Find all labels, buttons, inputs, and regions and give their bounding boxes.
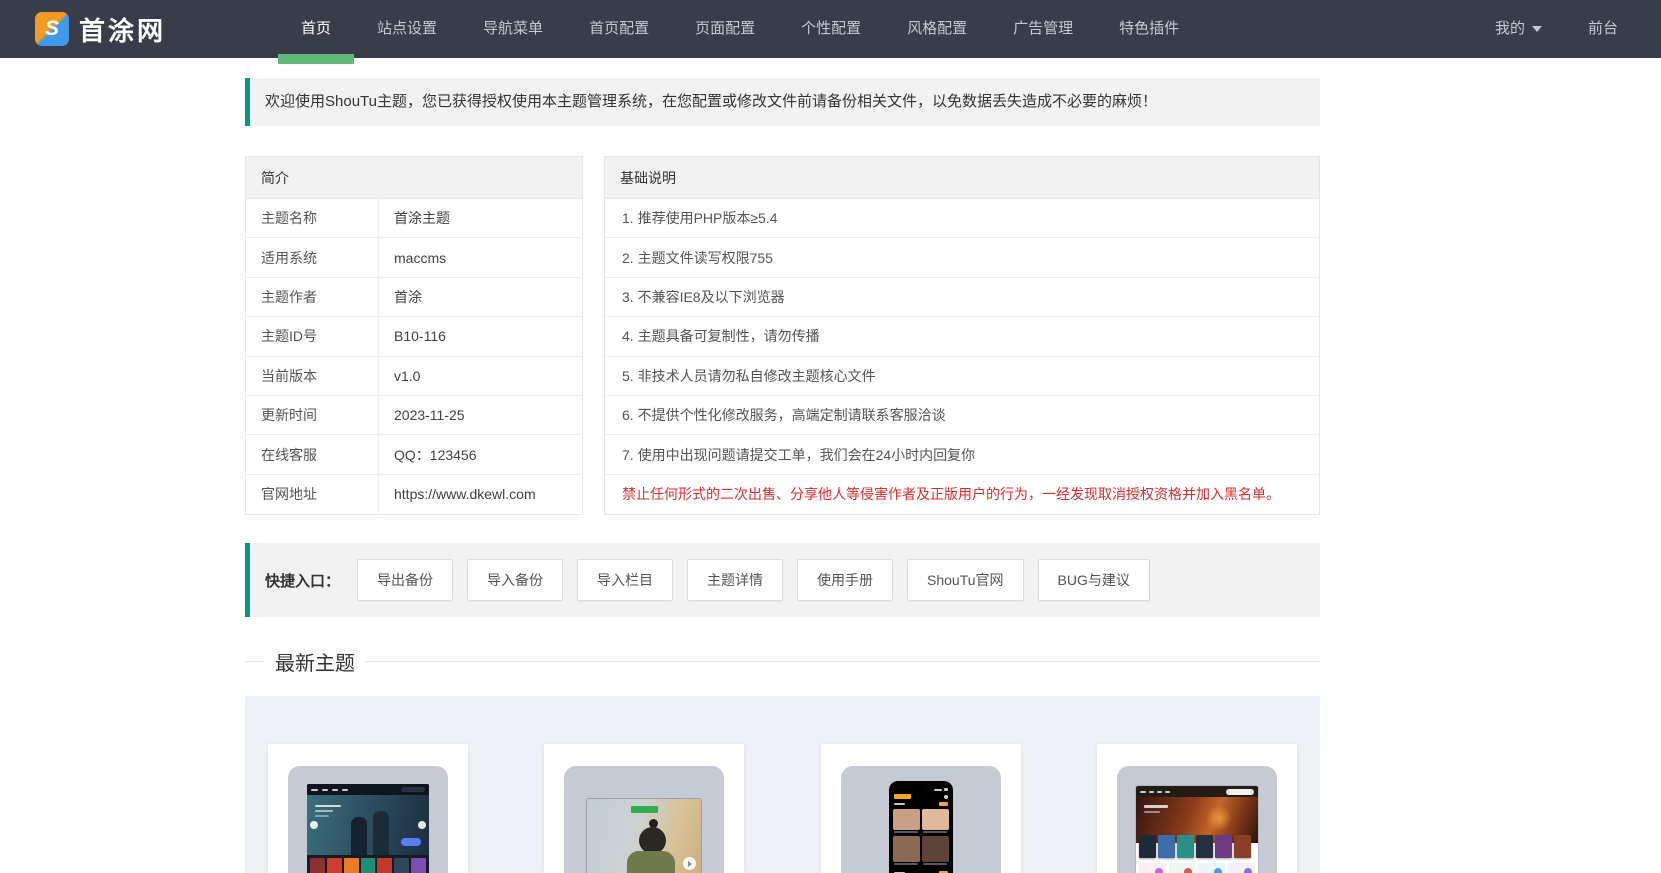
intro-table: 简介 主题名称 首涂主题 适用系统 maccms 主题作者 首涂 主题ID号 B… — [245, 156, 583, 516]
theme-preview-image-mobile — [888, 781, 953, 873]
table-row: 更新时间 2023-11-25 — [246, 395, 582, 436]
table-row: 在线客服 QQ：123456 — [246, 435, 582, 475]
theme-card-2[interactable] — [544, 744, 745, 873]
table-row: 主题作者 首涂 — [246, 277, 582, 318]
nav-item-home[interactable]: 首页 — [278, 0, 355, 64]
quick-entry-label: 快捷入口： — [265, 572, 341, 590]
shoutu-official-button[interactable]: ShouTu官网 — [907, 559, 1024, 602]
nav-item-personal-config[interactable]: 个性配置 — [778, 0, 884, 58]
shoutu-logo-icon: S — [35, 12, 69, 46]
note-item: 4. 主题具备可复制性，请勿传播 — [605, 317, 1319, 357]
note-item: 5. 非技术人员请勿私自修改主题核心文件 — [605, 357, 1319, 396]
nav-item-my[interactable]: 我的 — [1472, 0, 1565, 58]
quick-entry-bar: 快捷入口： 导出备份 导入备份 导入栏目 主题详情 使用手册 ShouTu官网 … — [245, 543, 1320, 618]
note-item: 2. 主题文件读写权限755 — [605, 238, 1319, 278]
row-label: 当前版本 — [246, 356, 379, 395]
note-item: 1. 推荐使用PHP版本≥5.4 — [605, 199, 1319, 239]
theme-preview-image-desktop-dark — [307, 784, 429, 873]
row-label: 主题ID号 — [246, 317, 379, 356]
mock-poster-strip — [307, 855, 429, 873]
row-value: B10-116 — [394, 328, 446, 345]
nav-item-home-config[interactable]: 首页配置 — [566, 0, 672, 58]
device-frame — [1116, 766, 1277, 873]
admin-page: S 首涂网 首页 站点设置 导航菜单 首页配置 页面配置 个性配置 风格配置 广… — [0, 0, 1661, 873]
chevron-down-icon — [1531, 26, 1542, 33]
theme-preview-image-desktop-light — [1135, 786, 1258, 873]
nav-item-frontend[interactable]: 前台 — [1565, 0, 1641, 58]
notes-table-title: 基础说明 — [605, 157, 1319, 199]
nav-item-ad-manage[interactable]: 广告管理 — [990, 0, 1096, 58]
mock-navbar — [1135, 786, 1258, 798]
table-row: 适用系统 maccms — [246, 238, 582, 278]
mock-category-cards — [1136, 858, 1258, 873]
mock-video-area — [587, 799, 702, 873]
device-frame — [288, 766, 448, 873]
mock-section-row — [893, 802, 948, 807]
row-label: 官网地址 — [246, 474, 379, 515]
note-item: 3. 不兼容IE8及以下浏览器 — [605, 278, 1319, 318]
latest-themes-section — [245, 696, 1320, 873]
mock-status-bar — [894, 788, 948, 792]
mock-navbar — [307, 784, 429, 796]
info-tables: 简介 主题名称 首涂主题 适用系统 maccms 主题作者 首涂 主题ID号 B… — [245, 156, 1320, 516]
welcome-alert: 欢迎使用ShouTu主题，您已获得授权使用本主题管理系统，在您配置或修改文件前请… — [245, 78, 1320, 126]
my-label: 我的 — [1494, 20, 1525, 37]
main-nav: 首页 站点设置 导航菜单 首页配置 页面配置 个性配置 风格配置 广告管理 特色… — [278, 0, 1202, 64]
intro-table-title: 简介 — [246, 157, 582, 199]
row-label: 主题作者 — [246, 277, 379, 317]
nav-item-style-config[interactable]: 风格配置 — [884, 0, 990, 58]
mock-banner — [307, 795, 429, 856]
note-item: 7. 使用中出现问题请提交工单，我们会在24小时内回复你 — [605, 435, 1319, 475]
nav-right: 我的 前台 — [1472, 0, 1661, 58]
brand-name: 首涂网 — [79, 15, 167, 46]
theme-preview-image-video-player — [587, 799, 702, 873]
import-backup-button[interactable]: 导入备份 — [467, 559, 564, 602]
manual-button[interactable]: 使用手册 — [797, 559, 894, 602]
nav-item-nav-menu[interactable]: 导航菜单 — [460, 0, 566, 58]
device-frame — [840, 766, 1001, 873]
row-value: 2023-11-25 — [394, 407, 465, 424]
warning-text: 禁止任何形式的二次出售、分享他人等侵害作者及正版用户的行为，一经发现取消授权资格… — [622, 486, 1280, 503]
row-label: 更新时间 — [246, 395, 379, 435]
bug-suggest-button[interactable]: BUG与建议 — [1037, 559, 1150, 602]
row-value: v1.0 — [394, 367, 421, 384]
logo-letter: S — [44, 16, 59, 40]
row-value: 首涂主题 — [394, 210, 450, 227]
top-navbar: S 首涂网 首页 站点设置 导航菜单 首页配置 页面配置 个性配置 风格配置 广… — [0, 0, 1661, 64]
official-site-url: https://www.dkewl.com — [394, 486, 536, 503]
note-item: 6. 不提供个性化修改服务，高端定制请联系客服洽谈 — [605, 396, 1319, 436]
table-row: 当前版本 v1.0 — [246, 356, 582, 396]
table-row: 主题ID号 B10-116 — [246, 317, 582, 357]
import-columns-button[interactable]: 导入栏目 — [577, 559, 674, 602]
row-label: 在线客服 — [246, 435, 379, 474]
notes-table: 基础说明 1. 推荐使用PHP版本≥5.4 2. 主题文件读写权限755 3. … — [604, 156, 1320, 516]
row-value: 首涂 — [394, 288, 422, 305]
theme-card-3[interactable] — [820, 744, 1021, 873]
row-label: 主题名称 — [246, 199, 379, 238]
theme-detail-button[interactable]: 主题详情 — [687, 559, 784, 602]
row-value: QQ：123456 — [394, 446, 477, 463]
device-frame — [564, 766, 725, 873]
next-episode-icon — [683, 857, 697, 871]
main-content: 欢迎使用ShouTu主题，您已获得授权使用本主题管理系统，在您配置或修改文件前请… — [245, 58, 1320, 873]
theme-card-4[interactable] — [1096, 744, 1297, 873]
nav-item-site-settings[interactable]: 站点设置 — [354, 0, 460, 58]
table-row: 主题名称 首涂主题 — [246, 199, 582, 239]
row-label: 适用系统 — [246, 238, 379, 277]
mock-app-header — [893, 794, 948, 800]
theme-card-1[interactable] — [268, 744, 468, 873]
latest-themes-heading: 最新主题 — [245, 647, 1320, 676]
nav-item-plugins[interactable]: 特色插件 — [1096, 0, 1202, 58]
mock-poster-strip — [1136, 835, 1258, 859]
latest-themes-title: 最新主题 — [275, 653, 355, 676]
brand[interactable]: S 首涂网 — [35, 0, 166, 58]
table-row: 官网地址 https://www.dkewl.com — [246, 474, 582, 515]
export-backup-button[interactable]: 导出备份 — [357, 559, 454, 602]
welcome-alert-text: 欢迎使用ShouTu主题，您已获得授权使用本主题管理系统，在您配置或修改文件前请… — [265, 93, 1157, 110]
mock-photo-grid — [892, 809, 949, 868]
nav-item-page-config[interactable]: 页面配置 — [672, 0, 778, 58]
row-value: maccms — [394, 249, 447, 266]
